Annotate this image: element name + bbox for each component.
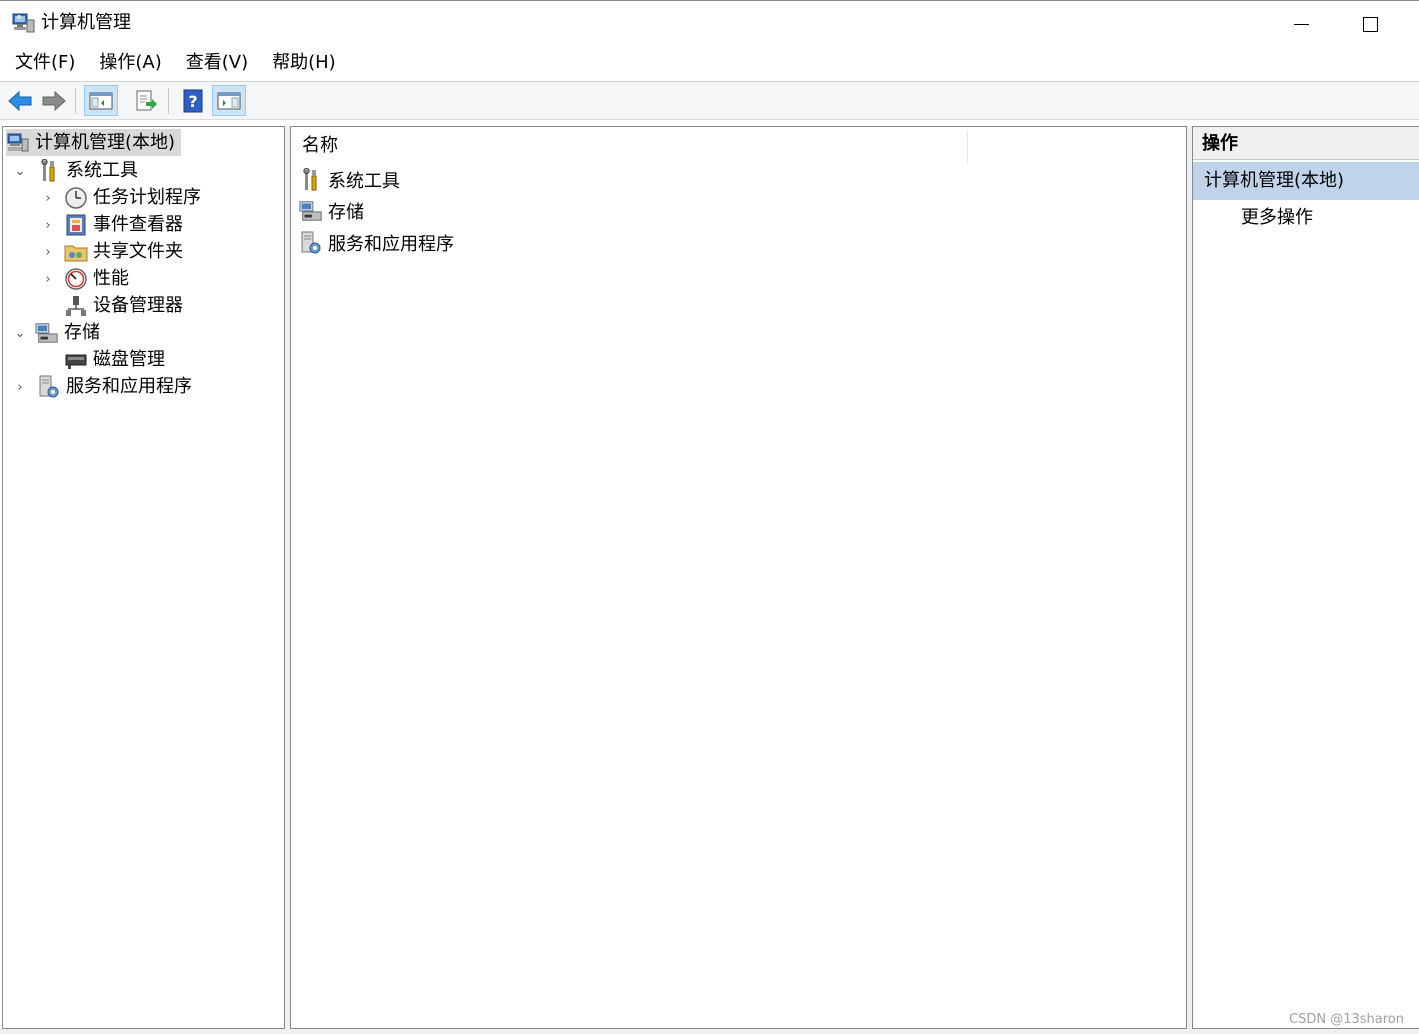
tree-item-services-applications[interactable]: 服务和应用程序: [37, 373, 192, 400]
shared-folder-icon: [64, 240, 88, 264]
menu-action[interactable]: 操作(A): [87, 45, 173, 81]
tools-icon: [299, 168, 323, 192]
chevron-right-icon[interactable]: ›: [41, 191, 55, 206]
watermark: CSDN @13sharon: [1289, 1012, 1404, 1027]
help-icon: ?: [183, 89, 203, 112]
event-log-icon: [64, 213, 88, 237]
minimize-button[interactable]: [1278, 7, 1324, 41]
show-hide-console-tree-button[interactable]: [84, 85, 118, 116]
list-item-system-tools[interactable]: 系统工具: [299, 165, 400, 195]
column-divider[interactable]: [967, 131, 968, 163]
maximize-icon: [1362, 16, 1378, 32]
tree-item-storage[interactable]: 存储: [35, 319, 100, 346]
tree-label: 系统工具: [66, 160, 138, 181]
tree-label: 共享文件夹: [93, 241, 183, 262]
forward-arrow-icon: [42, 90, 66, 111]
tree-item-device-manager[interactable]: 设备管理器: [64, 292, 183, 319]
export-list-icon: [136, 90, 157, 110]
menu-help[interactable]: 帮助(H): [260, 45, 348, 81]
status-strip: [0, 1029, 1419, 1034]
chevron-right-icon[interactable]: ›: [13, 380, 27, 395]
chevron-down-icon[interactable]: ⌄: [13, 326, 27, 341]
tree-label: 性能: [93, 268, 129, 289]
actions-group-computer-management[interactable]: 计算机管理(本地): [1193, 162, 1419, 200]
help-button[interactable]: ?: [176, 85, 210, 116]
list-item-label: 服务和应用程序: [328, 234, 454, 255]
chevron-right-icon[interactable]: ›: [41, 272, 55, 287]
list-column-header[interactable]: 名称: [291, 127, 1186, 165]
storage-icon: [35, 321, 59, 345]
performance-gauge-icon: [64, 267, 88, 291]
services-gear-icon: [299, 231, 323, 255]
actions-pane: 操作 计算机管理(本地) 更多操作: [1192, 126, 1419, 1029]
toolbar-separator: [75, 88, 76, 114]
list-item-storage[interactable]: 存储: [299, 196, 364, 226]
services-gear-icon: [37, 375, 61, 399]
results-pane: 名称 系统工具 存储 服务和应用程序: [290, 126, 1187, 1029]
minimize-icon: [1293, 23, 1309, 25]
list-item-services-applications[interactable]: 服务和应用程序: [299, 228, 454, 258]
toolbar: ?: [0, 82, 1419, 120]
actions-header: 操作: [1193, 127, 1419, 160]
forward-button[interactable]: [37, 85, 71, 116]
show-hide-console-tree-icon: [89, 92, 113, 109]
chevron-right-icon[interactable]: ›: [41, 218, 55, 233]
back-button[interactable]: [3, 85, 37, 116]
chevron-right-icon[interactable]: ›: [41, 245, 55, 260]
tree-item-disk-management[interactable]: 磁盘管理: [64, 346, 165, 373]
console-tree-pane: 计算机管理(本地) ⌄ 系统工具 › 任务计划程序 › 事件查看器 › 共享文件…: [2, 126, 285, 1029]
tree-item-computer-management-local[interactable]: 计算机管理(本地): [6, 129, 182, 156]
clock-icon: [64, 186, 88, 210]
computer-management-window: 计算机管理 文件(F) 操作(A) 查看(V) 帮助(H) ? 计算机管理(本地…: [0, 0, 1419, 1034]
back-arrow-icon: [8, 90, 32, 111]
disk-drive-icon: [64, 348, 88, 372]
computer-management-icon: [6, 131, 30, 155]
show-hide-action-pane-icon: [217, 92, 241, 109]
chevron-down-icon[interactable]: ⌄: [13, 164, 27, 179]
export-list-button[interactable]: [129, 85, 163, 116]
svg-text:?: ?: [188, 92, 197, 111]
tree-label: 任务计划程序: [93, 187, 201, 208]
toolbar-separator: [168, 88, 169, 114]
storage-icon: [299, 199, 323, 223]
tree-label: 存储: [64, 322, 100, 343]
title-bar: 计算机管理: [0, 1, 1419, 45]
list-item-label: 系统工具: [328, 171, 400, 192]
tree-label: 设备管理器: [93, 295, 183, 316]
tools-icon: [37, 158, 61, 183]
window-title: 计算机管理: [41, 12, 131, 33]
menu-file[interactable]: 文件(F): [0, 45, 87, 81]
column-name-header[interactable]: 名称: [302, 134, 338, 158]
tree-item-shared-folders[interactable]: 共享文件夹: [64, 238, 183, 265]
tree-item-task-scheduler[interactable]: 任务计划程序: [64, 184, 201, 211]
tree-label: 服务和应用程序: [66, 376, 192, 397]
maximize-button[interactable]: [1347, 7, 1393, 41]
tree-item-event-viewer[interactable]: 事件查看器: [64, 211, 183, 238]
tree-label: 计算机管理(本地): [35, 132, 176, 153]
tree-item-system-tools[interactable]: 系统工具: [37, 157, 138, 184]
tree-label: 事件查看器: [93, 214, 183, 235]
device-manager-icon: [64, 294, 88, 318]
menu-view[interactable]: 查看(V): [174, 45, 260, 81]
list-item-label: 存储: [328, 202, 364, 223]
tree-label: 磁盘管理: [93, 349, 165, 370]
show-hide-action-pane-button[interactable]: [212, 85, 246, 116]
computer-management-icon: [12, 12, 36, 34]
menu-bar: 文件(F) 操作(A) 查看(V) 帮助(H): [0, 45, 1419, 81]
more-actions-link[interactable]: 更多操作: [1241, 205, 1313, 231]
tree-item-performance[interactable]: 性能: [64, 265, 129, 292]
